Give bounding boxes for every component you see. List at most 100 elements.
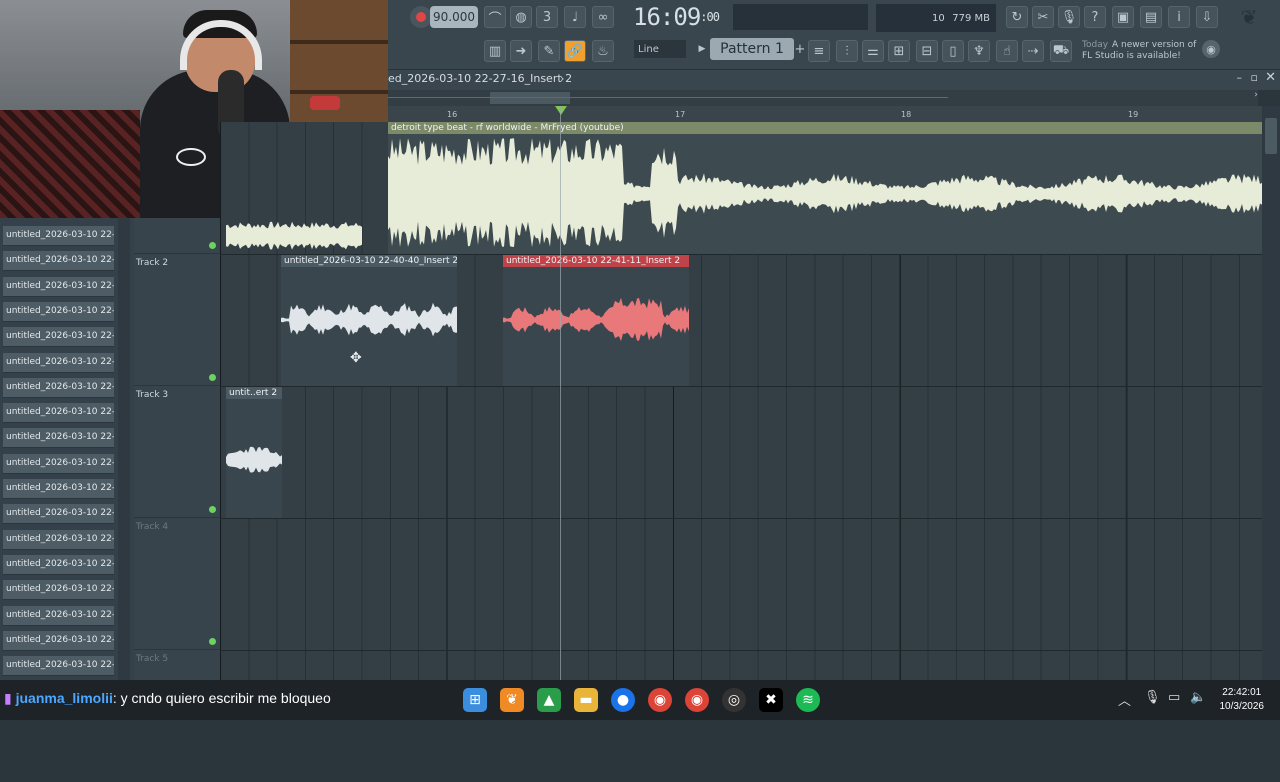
song-time-display[interactable]: 16:09:00	[633, 2, 720, 32]
cart-icon[interactable]: ⛟	[1050, 40, 1072, 62]
chrome-profile-icon[interactable]: ◉	[685, 688, 709, 712]
maximize-icon[interactable]: ▫	[1251, 71, 1258, 84]
browser-item[interactable]: untitled_2026-03-10 22-...	[3, 479, 114, 499]
obs-icon[interactable]: ◎	[722, 688, 746, 712]
update-notice[interactable]: Today A newer version of FL Studio is ava…	[1082, 38, 1202, 64]
timeline-ruler[interactable]: 16 17 18 19	[388, 106, 1262, 122]
close-icon[interactable]: ✕	[1265, 70, 1276, 85]
link-icon[interactable]: 🔗	[564, 40, 586, 62]
track-header-1[interactable]	[134, 122, 220, 254]
cut-icon[interactable]: ✂	[1032, 6, 1054, 28]
stamp-icon[interactable]: ♨	[592, 40, 614, 62]
piano-roll-icon[interactable]: ⊞	[888, 40, 910, 62]
touch-icon[interactable]: ☝	[996, 40, 1018, 62]
track-enable-dot[interactable]	[209, 638, 216, 645]
cpu-memory-panel[interactable]: 10 779 MB	[876, 4, 996, 32]
file-icon[interactable]: ▯	[942, 40, 964, 62]
browser-item[interactable]: untitled_2026-03-10 22-...	[3, 529, 114, 550]
browser-item[interactable]: untitled_2026-03-10 22-...	[3, 226, 114, 246]
snap-mode-select[interactable]: Line	[634, 40, 686, 58]
download-icon[interactable]: ⇩	[1196, 6, 1218, 28]
browser-scrollbar[interactable]	[118, 218, 130, 680]
browser-icon[interactable]: ⊟	[916, 40, 938, 62]
pattern-selector[interactable]: Pattern 1	[710, 38, 794, 60]
fl-studio-taskbar-icon[interactable]: ❦	[500, 688, 524, 712]
browser-item[interactable]: untitled_2026-03-10 22-...	[3, 630, 114, 651]
render-icon[interactable]: ▤	[1140, 6, 1162, 28]
play-arrow-icon[interactable]: ▶	[696, 40, 708, 58]
countdown-icon[interactable]: 3	[536, 6, 558, 28]
track-enable-dot[interactable]	[209, 506, 216, 513]
save-icon[interactable]: ▣	[1112, 6, 1134, 28]
track-header-4[interactable]: Track 4	[134, 518, 220, 650]
microphone-icon[interactable]: 🎙	[1058, 6, 1080, 28]
playlist-overview-scrollbar[interactable]	[388, 90, 1258, 106]
audio-clip-beat-tail[interactable]	[226, 218, 362, 254]
globe-icon[interactable]: ◉	[1202, 40, 1220, 58]
playhead-marker[interactable]	[555, 106, 567, 115]
google-drive-icon[interactable]: ▲	[537, 688, 561, 712]
minimize-icon[interactable]: –	[1237, 71, 1243, 84]
track-enable-dot[interactable]	[209, 374, 216, 381]
draw-icon[interactable]: ✎	[538, 40, 560, 62]
browser-item[interactable]: untitled_2026-03-10 22-...	[3, 327, 114, 348]
playlist-icon[interactable]: ≡	[808, 40, 830, 62]
help-icon[interactable]: ?	[1084, 6, 1106, 28]
browser-item[interactable]: untitled_2026-03-10 22-...	[3, 251, 114, 272]
overview-thumb[interactable]	[490, 92, 570, 104]
tray-chevron-icon[interactable]: ︿	[1118, 690, 1131, 709]
volume-icon[interactable]: 🔈	[1190, 690, 1206, 705]
system-clock[interactable]: 22:42:01 10/3/2026	[1220, 686, 1265, 714]
track-enable-dot[interactable]	[209, 242, 216, 249]
browser-item[interactable]: untitled_2026-03-10 22-...	[3, 301, 114, 322]
audio-clip-beat[interactable]: detroit type beat - rf worldwide - MrFry…	[388, 122, 1262, 254]
browser-item[interactable]: untitled_2026-03-10 22-...	[3, 504, 114, 525]
tempo-tap-icon[interactable]: ⇢	[1022, 40, 1044, 62]
add-pattern-icon[interactable]: +	[794, 40, 806, 58]
audio-clip-vocal-2[interactable]: untitled_2026-03-10 22-41-11_Insert 2	[503, 255, 689, 386]
browser-item[interactable]: untitled_2026-03-10 22-...	[3, 276, 114, 297]
piano-icon[interactable]: ▥	[484, 40, 506, 62]
browser-item[interactable]: untitled_2026-03-10 22-...	[3, 352, 114, 373]
browser-item[interactable]: untitled_2026-03-10 22-...	[3, 580, 114, 601]
track-name: Track 4	[136, 522, 169, 532]
audio-clip-vocal-1[interactable]: untitled_2026-03-10 22-40-40_Insert 2	[281, 255, 457, 386]
time-sub: :00	[700, 10, 720, 24]
vertical-scrollbar[interactable]	[1262, 106, 1280, 680]
browser-item[interactable]: untitled_2026-03-10 22-...	[3, 453, 114, 474]
capcut-icon[interactable]: ✖	[759, 688, 783, 712]
browser-item[interactable]: untitled_2026-03-10 22-...	[3, 403, 114, 424]
windows-start-icon[interactable]: ⊞	[463, 688, 487, 712]
ruler-bar-17: 17	[675, 110, 686, 119]
network-icon[interactable]: ▭	[1168, 690, 1180, 705]
spotify-icon[interactable]: ≋	[796, 688, 820, 712]
chrome-icon[interactable]: ◉	[648, 688, 672, 712]
arrow-right-icon[interactable]: ➜	[510, 40, 532, 62]
chevron-right-icon[interactable]: ›	[560, 72, 564, 85]
step-edit-icon[interactable]: ♩	[564, 6, 586, 28]
mixer-icon[interactable]: ⚌	[862, 40, 884, 62]
wait-input-icon[interactable]: ◍	[510, 6, 532, 28]
loop-record-icon[interactable]: ∞	[592, 6, 614, 28]
voice-icon[interactable]: ●	[611, 688, 635, 712]
browser-item[interactable]: untitled_2026-03-10 22-...	[3, 428, 114, 449]
browser-item[interactable]: untitled_2026-03-10 22-...	[3, 656, 114, 677]
browser-item[interactable]: untitled_2026-03-10 22-...	[3, 605, 114, 626]
reset-icon[interactable]: ↻	[1006, 6, 1028, 28]
tempo-display[interactable]: 90.000	[430, 6, 478, 28]
record-button[interactable]	[410, 6, 432, 28]
file-explorer-icon[interactable]: ▬	[574, 688, 598, 712]
tray-mic-icon[interactable]: 🎙	[1144, 690, 1161, 705]
info-icon[interactable]: i	[1168, 6, 1190, 28]
toolbar: 90.000 ⌒ ◍ 3 ♩ ∞ 16:09:00 10 779 MB ↻ ✂ …	[388, 0, 1280, 70]
plugin-icon[interactable]: ♆	[968, 40, 990, 62]
audio-clip-vocal-3[interactable]: untit..ert 2	[226, 387, 282, 518]
track-header-2[interactable]: Track 2	[134, 254, 220, 386]
scroll-right-icon[interactable]: ›	[1250, 90, 1262, 106]
playlist-grid[interactable]: detroit type beat - rf worldwide - MrFry…	[220, 122, 1262, 680]
browser-item[interactable]: untitled_2026-03-10 22-...	[3, 377, 114, 398]
browser-item[interactable]: untitled_2026-03-10 22-...	[3, 554, 114, 575]
track-header-3[interactable]: Track 3	[134, 386, 220, 518]
channel-rack-icon[interactable]: ⫶	[836, 40, 858, 62]
metronome-icon[interactable]: ⌒	[484, 6, 506, 28]
